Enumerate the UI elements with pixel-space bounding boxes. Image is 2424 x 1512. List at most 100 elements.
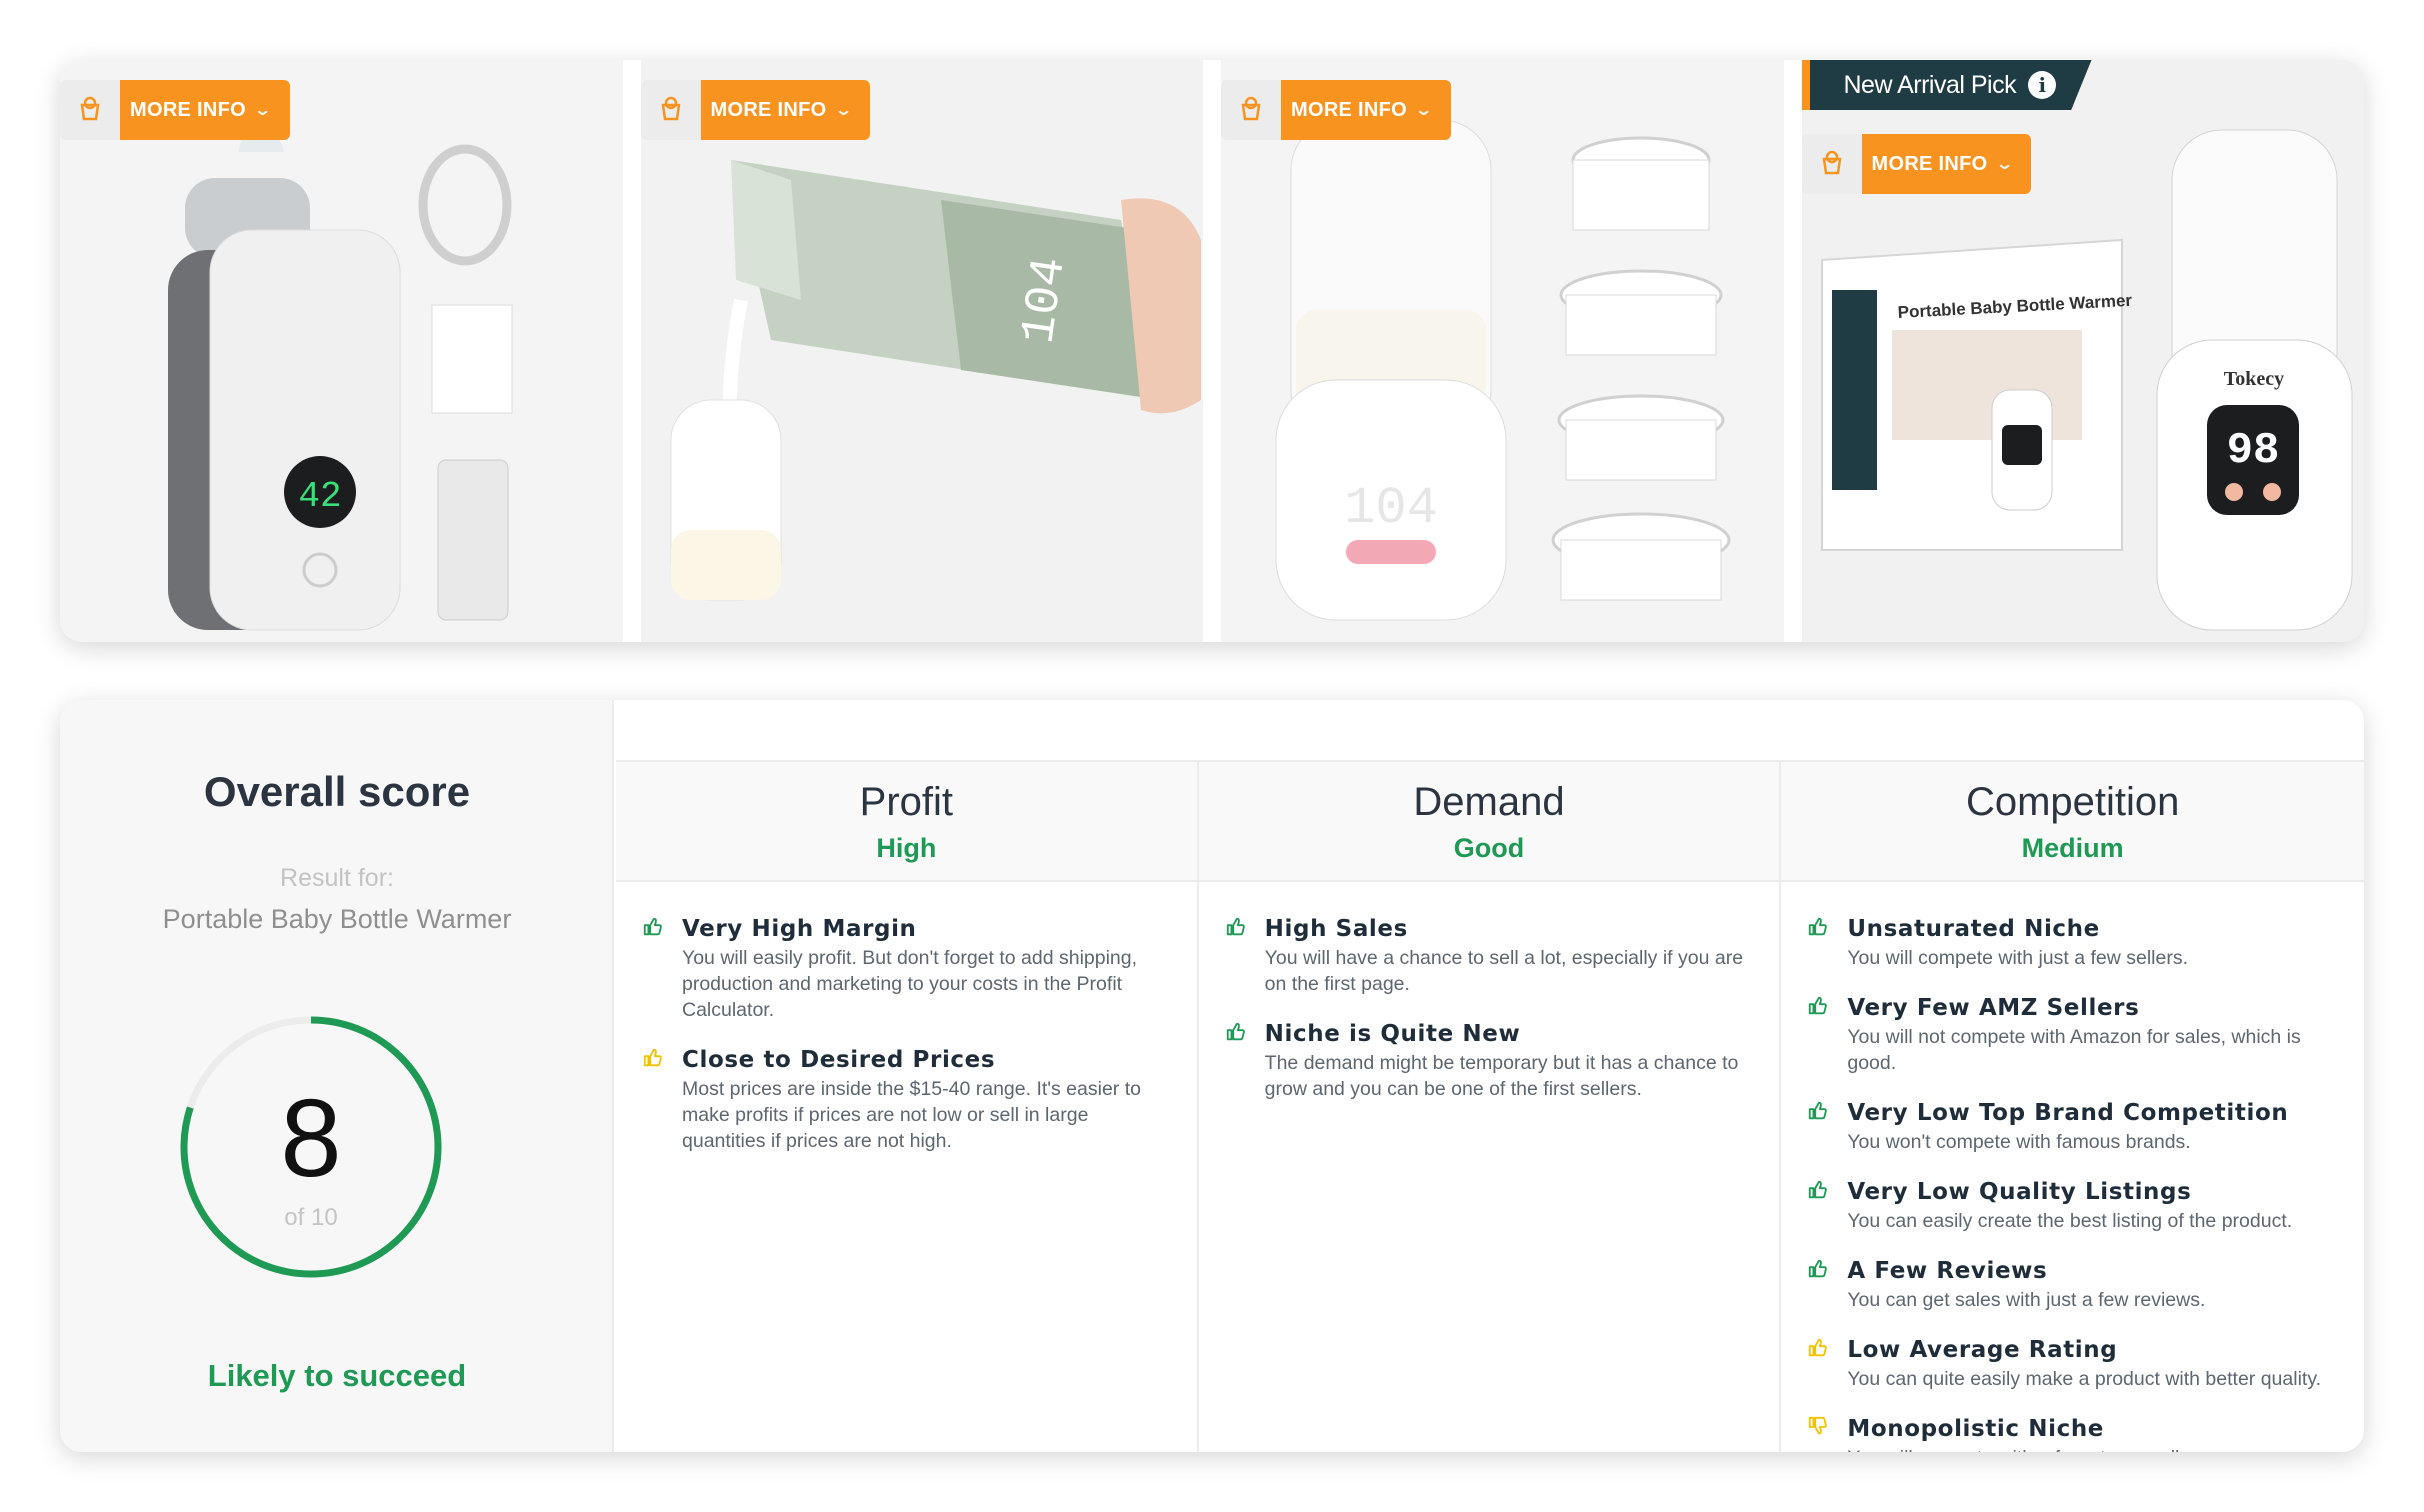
bookmark-icon[interactable] xyxy=(640,80,701,140)
product-image-strip: 42 MORE INFO ⌄ 104 MORE INFO ⌄ 104 MORE … xyxy=(60,60,2364,642)
thumbs-up-icon xyxy=(1809,1101,1828,1120)
result-for-value: Portable Baby Bottle Warmer xyxy=(162,904,512,934)
criteria-item: Very Few AMZ Sellers You will not compete… xyxy=(1807,993,2340,1076)
info-icon[interactable]: i xyxy=(2028,71,2057,99)
bottle-warmer-white-image: 104 xyxy=(1221,60,1784,642)
bottle-warmer-grey-image: 42 xyxy=(60,60,623,642)
thumbs-up-icon xyxy=(1809,1180,1828,1199)
category-header: Competition Medium xyxy=(1781,762,2364,882)
criteria-item: A Few Reviews You can get sales with just… xyxy=(1807,1256,2340,1313)
criteria-description: You will compete with just a few sellers… xyxy=(1847,947,2189,969)
criteria-description: You will easily profit. But don't forget… xyxy=(682,947,1138,1021)
chevron-down-icon: ⌄ xyxy=(833,102,853,119)
criteria-title: A Few Reviews xyxy=(1847,1258,2048,1284)
product-image-3[interactable]: 104 MORE INFO ⌄ xyxy=(1221,60,1784,642)
category-demand: Demand Good High Sales You will have a ch… xyxy=(1198,762,1782,1452)
result-for-label: Result for: xyxy=(280,864,394,892)
criteria-item: Close to Desired Prices Most prices are i… xyxy=(642,1045,1173,1154)
thumbs-up-icon xyxy=(1809,1259,1828,1278)
category-rating: High xyxy=(876,833,937,863)
more-info-button[interactable]: MORE INFO ⌄ xyxy=(1861,134,2032,194)
category-title: Demand xyxy=(1413,780,1565,824)
thumbs-up-icon xyxy=(1809,917,1828,936)
chevron-down-icon: ⌄ xyxy=(1994,156,2014,173)
product-image-4[interactable]: Portable Baby Bottle Warmer Tokecy 98 Ne… xyxy=(1801,60,2364,642)
criteria-list: High Sales You will have a chance to sell… xyxy=(1199,882,1780,1102)
criteria-description: You will have a chance to sell a lot, es… xyxy=(1264,947,1744,995)
criteria-title: Low Average Rating xyxy=(1847,1337,2118,1363)
thumbs-up-icon xyxy=(1809,996,1828,1015)
criteria-description: Most prices are inside the $15-40 range.… xyxy=(682,1078,1141,1152)
criteria-item: Low Average Rating You can quite easily m… xyxy=(1807,1335,2340,1392)
criteria-title: Very Low Top Brand Competition xyxy=(1847,1100,2289,1126)
criteria-title: Very Low Quality Listings xyxy=(1847,1179,2192,1205)
score-value: 8 xyxy=(280,1077,342,1200)
score-max: of 10 xyxy=(284,1204,338,1231)
criteria-description: You can quite easily make a product with… xyxy=(1847,1368,2322,1390)
overall-score-section: Overall score Result for: Portable Baby … xyxy=(60,700,614,1452)
overall-score-title: Overall score xyxy=(203,768,471,815)
thumbs-up-icon xyxy=(643,1048,662,1067)
verdict-label: Likely to succeed xyxy=(207,1358,467,1393)
criteria-item: High Sales You will have a chance to sell… xyxy=(1225,914,1756,997)
chevron-down-icon: ⌄ xyxy=(253,102,273,119)
category-columns: Profit High Very High Margin You will eas… xyxy=(616,762,2364,1452)
criteria-title: Close to Desired Prices xyxy=(682,1047,996,1073)
more-info-button[interactable]: MORE INFO ⌄ xyxy=(120,80,290,140)
criteria-item: Niche is Quite New The demand might be te… xyxy=(1225,1019,1756,1102)
bottle-warmer-green-image: 104 xyxy=(640,60,1204,642)
new-arrival-badge: New Arrival Pick i xyxy=(1801,60,2092,110)
product-image-2[interactable]: 104 MORE INFO ⌄ xyxy=(640,60,1204,642)
category-rating: Good xyxy=(1453,833,1525,863)
header-band xyxy=(616,700,2364,762)
criteria-description: You won't compete with famous brands. xyxy=(1847,1131,2191,1153)
bookmark-icon[interactable] xyxy=(1221,80,1281,140)
brand-label: Tokecy xyxy=(2223,368,2283,390)
criteria-description: You will compete with a few strong selle… xyxy=(1847,1445,2340,1452)
criteria-description: You can easily create the best listing o… xyxy=(1847,1210,2293,1232)
criteria-description: You will not compete with Amazon for sal… xyxy=(1847,1026,2301,1074)
criteria-list: Very High Margin You will easily profit. … xyxy=(616,882,1197,1154)
category-header: Demand Good xyxy=(1198,762,1780,882)
more-info-label: MORE INFO xyxy=(1291,98,1408,121)
score-panel: Overall score Result for: Portable Baby … xyxy=(60,700,2364,1452)
thumbs-up-icon xyxy=(1226,1022,1245,1041)
category-competition: Competition Medium Unsaturated Niche You … xyxy=(1781,762,2364,1452)
display-digits: 42 xyxy=(298,476,341,517)
criteria-list: Unsaturated Niche You will compete with j… xyxy=(1781,882,2364,1452)
category-title: Profit xyxy=(859,780,954,824)
more-info-button[interactable]: MORE INFO ⌄ xyxy=(700,80,871,140)
thumbs-up-icon xyxy=(1226,917,1245,936)
criteria-item: Very Low Top Brand Competition You won't … xyxy=(1807,1098,2340,1155)
criteria-description: You can get sales with just a few review… xyxy=(1847,1289,2206,1311)
thumbs-down-icon xyxy=(1809,1416,1828,1435)
category-title: Competition xyxy=(1965,780,2180,824)
more-info-label: MORE INFO xyxy=(710,98,827,121)
criteria-title: High Sales xyxy=(1264,916,1408,942)
criteria-item: Unsaturated Niche You will compete with j… xyxy=(1807,914,2340,971)
display-digits: 98 xyxy=(2226,426,2279,476)
thumbs-up-icon xyxy=(1809,1338,1828,1357)
more-info-label: MORE INFO xyxy=(1871,152,1988,175)
category-profit: Profit High Very High Margin You will eas… xyxy=(616,762,1199,1452)
criteria-title: Monopolistic Niche xyxy=(1847,1416,2104,1442)
criteria-title: Very High Margin xyxy=(682,916,917,942)
more-info-button[interactable]: MORE INFO ⌄ xyxy=(1281,80,1451,140)
criteria-title: Niche is Quite New xyxy=(1264,1021,1521,1047)
display-digits: 104 xyxy=(1344,479,1438,538)
new-arrival-label: New Arrival Pick xyxy=(1843,70,2017,99)
bookmark-icon[interactable] xyxy=(60,80,120,140)
bookmark-icon[interactable] xyxy=(1801,134,1862,194)
more-info-label: MORE INFO xyxy=(130,98,247,121)
chevron-down-icon: ⌄ xyxy=(1414,102,1434,119)
category-rating: Medium xyxy=(2021,833,2124,863)
category-header: Profit High xyxy=(616,762,1197,882)
criteria-item: Monopolistic Niche You will compete with … xyxy=(1807,1414,2340,1452)
criteria-item: Very High Margin You will easily profit. … xyxy=(642,914,1173,1023)
criteria-description: The demand might be temporary but it has… xyxy=(1264,1052,1739,1100)
criteria-title: Unsaturated Niche xyxy=(1847,916,2100,942)
product-image-1[interactable]: 42 MORE INFO ⌄ xyxy=(60,60,623,642)
criteria-title: Very Few AMZ Sellers xyxy=(1847,995,2140,1021)
criteria-item: Very Low Quality Listings You can easily … xyxy=(1807,1177,2340,1234)
thumbs-up-icon xyxy=(643,917,662,936)
